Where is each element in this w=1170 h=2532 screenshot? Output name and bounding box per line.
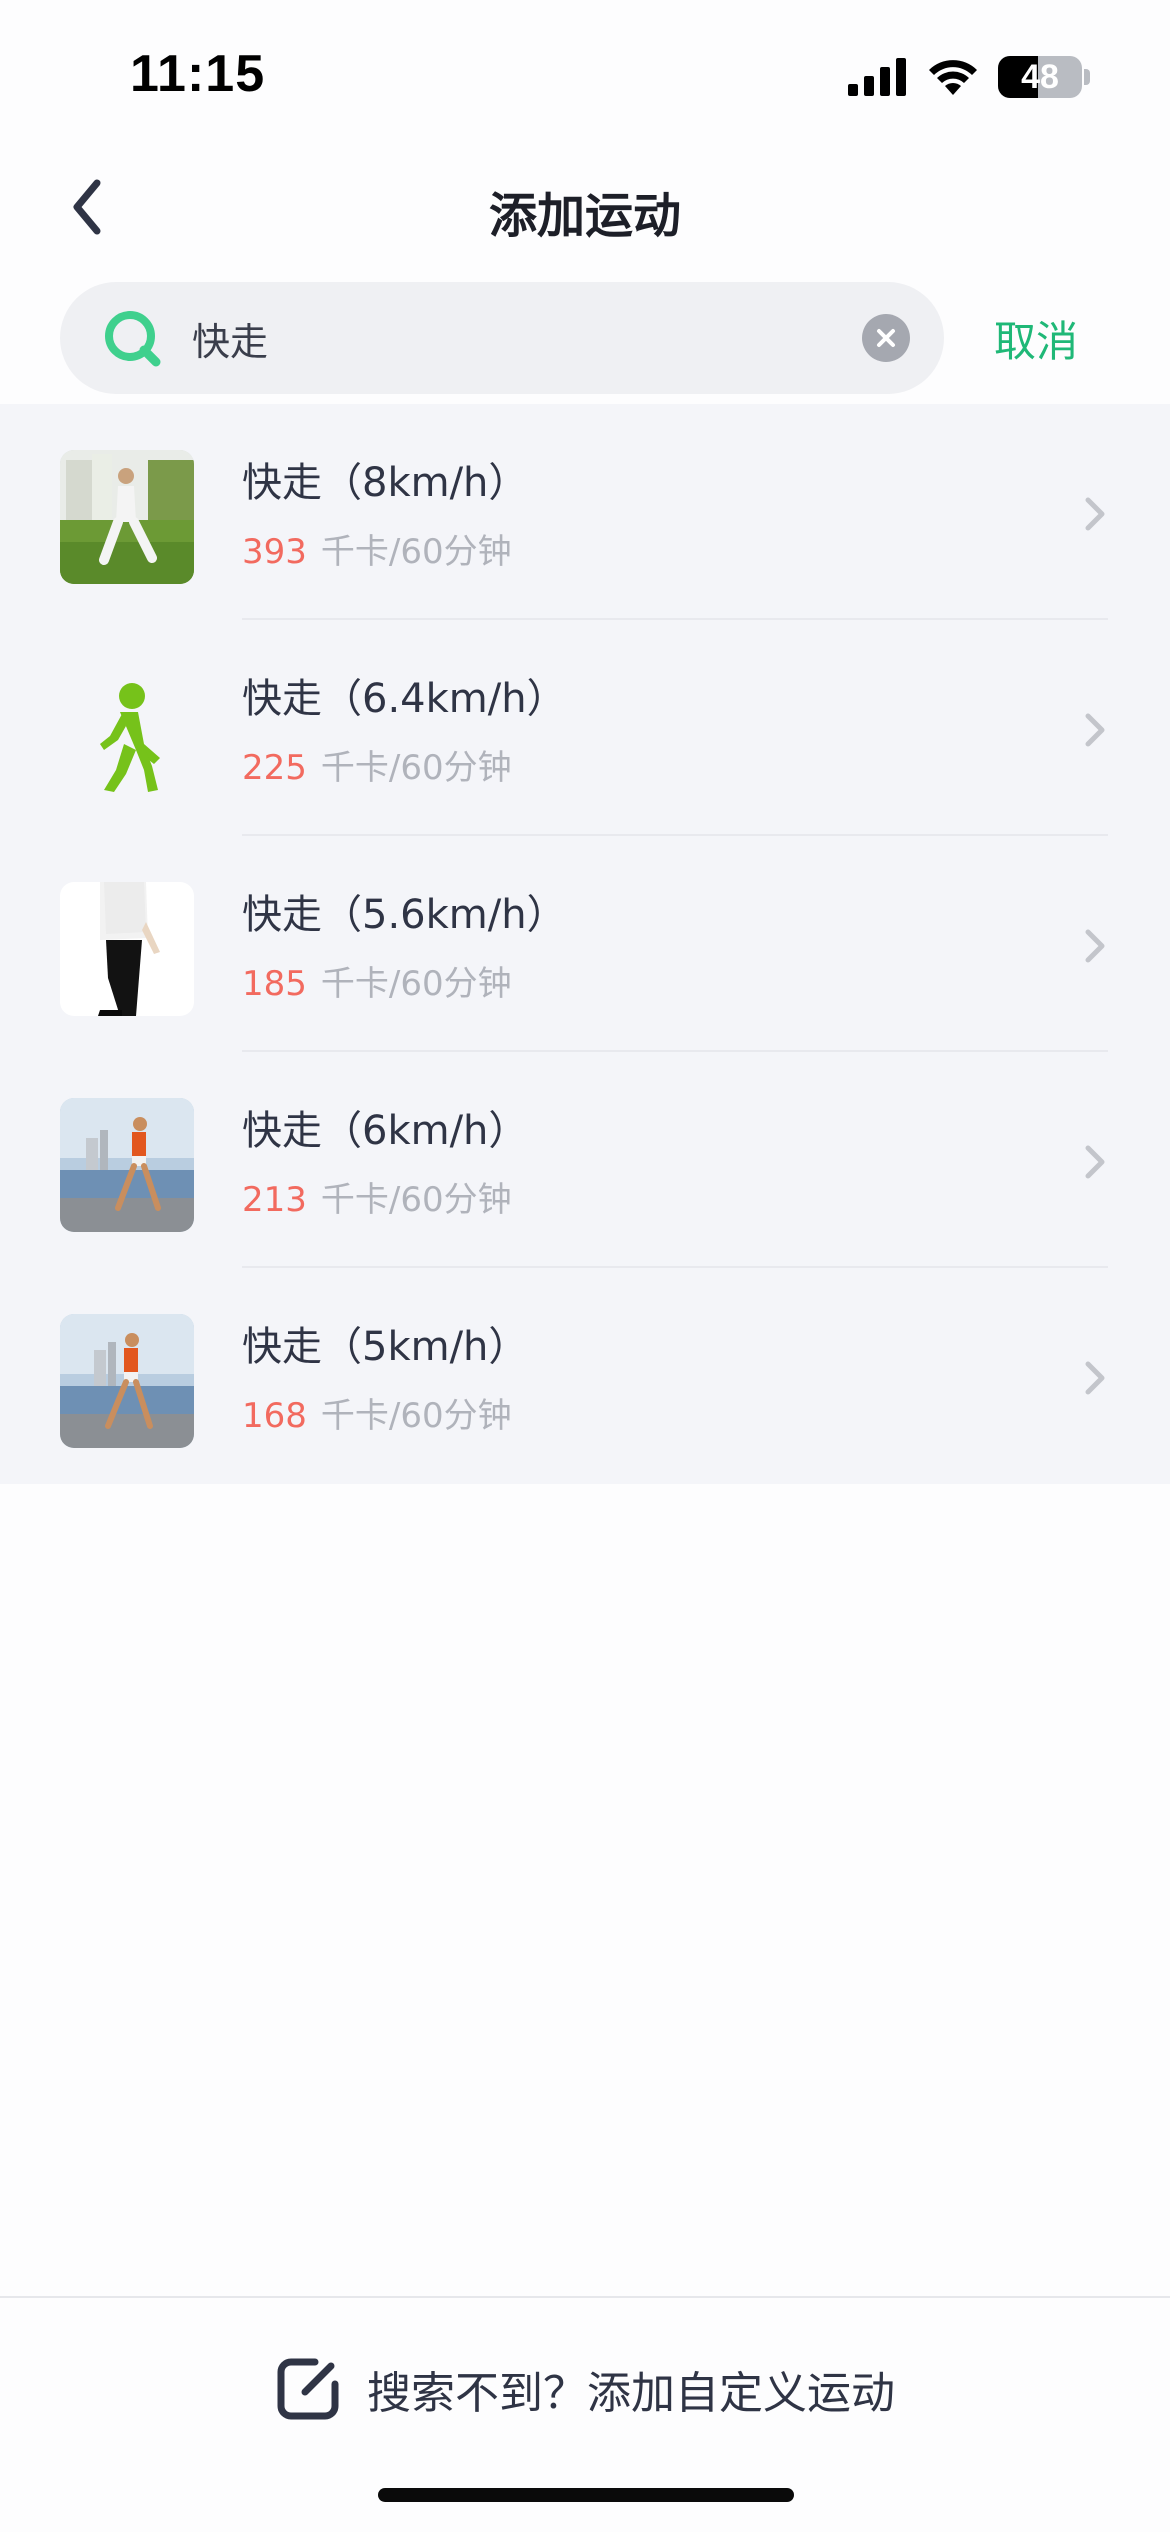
edit-square-icon (277, 2358, 339, 2420)
clear-icon (877, 329, 895, 347)
item-calories-line: 168 千卡/60分钟 (242, 1388, 512, 1437)
item-title: 快走（6.4km/h） (242, 676, 567, 722)
chevron-right-icon (1085, 713, 1105, 747)
list-item[interactable]: 快走（6km/h） 213 千卡/60分钟 (0, 1052, 1170, 1268)
item-calories: 393 (242, 532, 307, 572)
chevron-right-icon (1085, 929, 1105, 963)
item-calories: 213 (242, 1180, 307, 1220)
chevron-right-icon (1085, 1145, 1105, 1179)
search-row: 取消 (0, 282, 1170, 394)
chevron-right-icon (1085, 1361, 1105, 1395)
walker-white-shirt-thumbnail (60, 882, 194, 1016)
item-title: 快走（8km/h） (242, 460, 529, 506)
bottom-bar: 搜索不到？添加自定义运动 (0, 2296, 1170, 2532)
item-title: 快走（5.6km/h） (242, 892, 567, 938)
status-icons: 48 (848, 56, 1090, 98)
item-calories: 225 (242, 748, 307, 788)
add-custom-exercise-button[interactable]: 搜索不到？添加自定义运动 (0, 2356, 1170, 2422)
cellular-signal-icon (848, 58, 906, 96)
home-indicator (378, 2488, 794, 2502)
item-calories-line: 393 千卡/60分钟 (242, 524, 512, 573)
walker-seaside-thumbnail (60, 1098, 194, 1232)
list-item[interactable]: 快走（5km/h） 168 千卡/60分钟 (0, 1268, 1170, 1484)
cancel-button[interactable]: 取消 (994, 308, 1078, 369)
add-custom-exercise-label: 搜索不到？添加自定义运动 (367, 2368, 895, 2419)
clear-button[interactable] (862, 314, 910, 362)
battery-tip (1084, 69, 1090, 85)
item-calories-line: 213 千卡/60分钟 (242, 1172, 512, 1221)
page-title: 添加运动 (488, 188, 681, 244)
item-unit: 千卡/60分钟 (320, 748, 512, 788)
list-item[interactable]: 快走（8km/h） 393 千卡/60分钟 (0, 404, 1170, 620)
list-item[interactable]: 快走（6.4km/h） 225 千卡/60分钟 (0, 620, 1170, 836)
item-calories-line: 185 千卡/60分钟 (242, 956, 512, 1005)
item-unit: 千卡/60分钟 (320, 1396, 512, 1436)
item-calories-line: 225 千卡/60分钟 (242, 740, 512, 789)
search-input[interactable] (192, 282, 892, 394)
list-item[interactable]: 快走（5.6km/h） 185 千卡/60分钟 (0, 836, 1170, 1052)
results-list: 快走（8km/h） 393 千卡/60分钟 快走（6.4km/h） 225 千卡… (0, 404, 1170, 1484)
item-unit: 千卡/60分钟 (320, 964, 512, 1004)
item-unit: 千卡/60分钟 (320, 1180, 512, 1220)
item-title: 快走（5km/h） (242, 1324, 529, 1370)
item-title: 快走（6km/h） (242, 1108, 529, 1154)
item-calories: 185 (242, 964, 307, 1004)
item-calories: 168 (242, 1396, 307, 1436)
status-bar: 11:15 48 (0, 0, 1170, 150)
battery-icon: 48 (998, 56, 1082, 98)
battery-level: 48 (1021, 57, 1059, 96)
status-time: 11:15 (130, 45, 266, 103)
walker-seaside-thumbnail (60, 1314, 194, 1448)
chevron-right-icon (1085, 497, 1105, 531)
green-walking-figure-thumbnail (60, 666, 194, 800)
search-box[interactable] (60, 282, 944, 394)
walker-park-thumbnail (60, 450, 194, 584)
page: 11:15 48 添加运动 快走 取消 快走（8km/h） 393 千卡/60分… (0, 0, 1170, 2532)
nav-bar: 添加运动 (0, 150, 1170, 265)
wifi-icon (929, 60, 977, 95)
search-icon (105, 311, 161, 367)
item-unit: 千卡/60分钟 (320, 532, 512, 572)
